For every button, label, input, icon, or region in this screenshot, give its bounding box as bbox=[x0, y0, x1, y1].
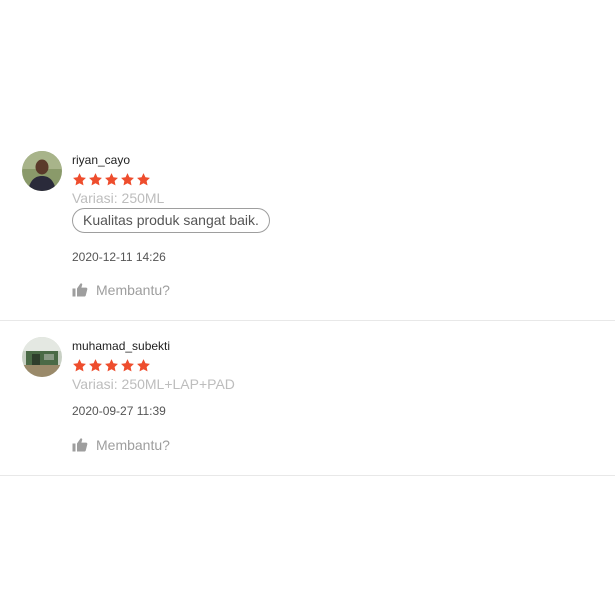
star-icon bbox=[89, 173, 102, 186]
star-icon bbox=[137, 359, 150, 372]
helpful-label: Membantu? bbox=[96, 437, 170, 453]
review-author[interactable]: muhamad_subekti bbox=[72, 339, 170, 353]
star-icon bbox=[73, 173, 86, 186]
rating-stars bbox=[72, 172, 151, 187]
review-item: muhamad_subekti Variasi: 250ML+LAP+PAD 2… bbox=[0, 320, 615, 476]
helpful-button[interactable]: Membantu? bbox=[72, 282, 170, 298]
review-divider bbox=[0, 475, 615, 476]
review-timestamp: 2020-12-11 14:26 bbox=[72, 250, 166, 264]
star-icon bbox=[73, 359, 86, 372]
product-reviews: riyan_cayo Variasi: 250ML Kualitas produ… bbox=[0, 0, 615, 615]
star-icon bbox=[121, 359, 134, 372]
star-icon bbox=[121, 173, 134, 186]
review-variant: Variasi: 250ML bbox=[72, 190, 165, 206]
helpful-label: Membantu? bbox=[96, 282, 170, 298]
helpful-button[interactable]: Membantu? bbox=[72, 437, 170, 453]
star-icon bbox=[105, 173, 118, 186]
rating-stars bbox=[72, 358, 151, 373]
star-icon bbox=[89, 359, 102, 372]
thumbs-up-icon bbox=[72, 438, 88, 452]
review-tag: Kualitas produk sangat baik. bbox=[72, 208, 270, 233]
review-timestamp: 2020-09-27 11:39 bbox=[72, 404, 166, 418]
review-author[interactable]: riyan_cayo bbox=[72, 153, 130, 167]
avatar[interactable] bbox=[22, 151, 62, 191]
review-variant: Variasi: 250ML+LAP+PAD bbox=[72, 376, 235, 392]
thumbs-up-icon bbox=[72, 283, 88, 297]
star-icon bbox=[137, 173, 150, 186]
avatar[interactable] bbox=[22, 337, 62, 377]
review-item: riyan_cayo Variasi: 250ML Kualitas produ… bbox=[0, 148, 615, 321]
star-icon bbox=[105, 359, 118, 372]
